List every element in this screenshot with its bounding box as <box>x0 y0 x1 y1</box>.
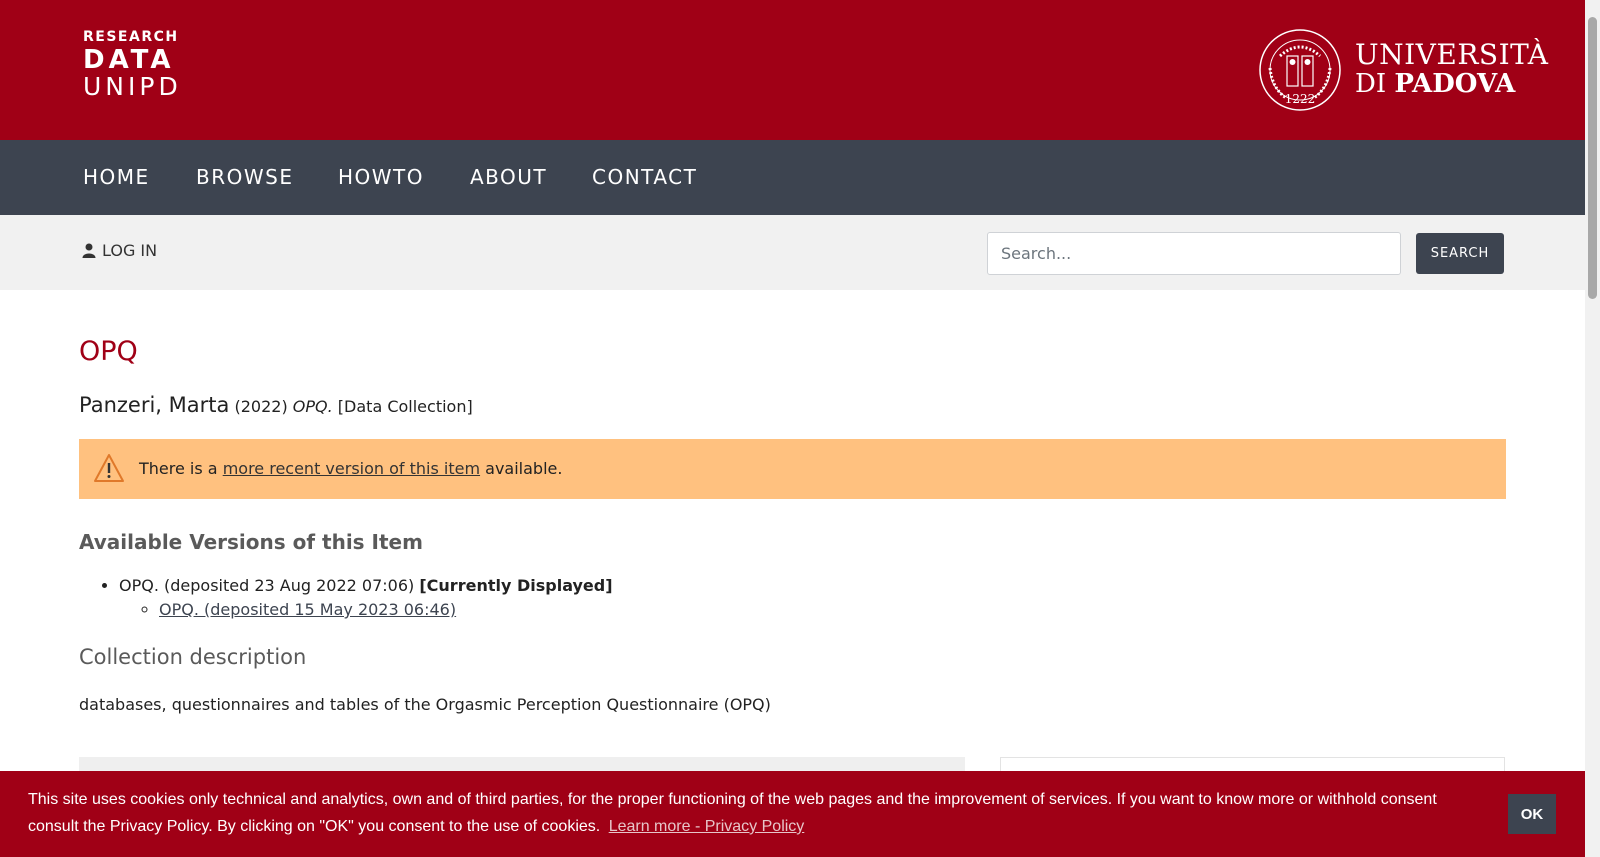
warning-icon <box>94 454 124 482</box>
logo-data-text: DATA <box>83 45 175 75</box>
site-header: RESEARCH DATA UNIPD 1222 UNIVERSITÀ DI P… <box>0 0 1585 140</box>
citation-type: [Data Collection] <box>337 397 473 416</box>
search-input[interactable] <box>987 232 1401 275</box>
version-newer-link[interactable]: OPQ. (deposited 15 May 2023 06:46) <box>159 600 456 619</box>
seal-year: 1222 <box>1285 92 1316 106</box>
newer-version-alert: There is a more recent version of this i… <box>79 439 1506 499</box>
citation-title: OPQ. <box>292 397 333 416</box>
version-item-newer: OPQ. (deposited 15 May 2023 06:46) <box>159 600 613 620</box>
version-item-current: OPQ. (deposited 23 Aug 2022 07:06) [Curr… <box>119 576 613 620</box>
user-icon <box>82 243 96 258</box>
privacy-policy-link[interactable]: Learn more - Privacy Policy <box>609 818 805 835</box>
item-citation: Panzeri, Marta (2022) OPQ. [Data Collect… <box>79 393 473 417</box>
newer-version-link[interactable]: more recent version of this item <box>223 459 480 478</box>
research-data-logo[interactable]: RESEARCH DATA UNIPD <box>83 30 182 99</box>
cookie-ok-button[interactable]: OK <box>1508 794 1556 834</box>
alert-message: There is a more recent version of this i… <box>139 439 562 499</box>
alert-suffix: available. <box>485 459 563 478</box>
versions-heading: Available Versions of this Item <box>79 530 423 554</box>
scrollbar-thumb[interactable] <box>1588 17 1597 299</box>
collection-description: databases, questionnaires and tables of … <box>79 695 771 714</box>
page-title: OPQ <box>79 336 138 367</box>
nav-about[interactable]: ABOUT <box>470 140 547 215</box>
nav-howto[interactable]: HOWTO <box>338 140 424 215</box>
nav-contact[interactable]: CONTACT <box>592 140 697 215</box>
collection-heading: Collection description <box>79 645 307 669</box>
cookie-message: This site uses cookies only technical an… <box>28 786 1448 840</box>
university-padova: PADOVA <box>1394 69 1516 99</box>
versions-list: OPQ. (deposited 23 Aug 2022 07:06) [Curr… <box>79 576 613 620</box>
search-button[interactable]: SEARCH <box>1416 233 1504 274</box>
version-current-tag: [Currently Displayed] <box>419 576 613 595</box>
version-current-text: OPQ. (deposited 23 Aug 2022 07:06) <box>119 576 415 595</box>
citation-year: (2022) <box>234 397 288 416</box>
university-seal-icon: 1222 <box>1259 29 1341 111</box>
university-name-line1: UNIVERSITÀ <box>1355 38 1549 71</box>
university-logo[interactable]: 1222 UNIVERSITÀ DI PADOVA <box>1258 28 1548 112</box>
citation-author: Panzeri, Marta <box>79 393 230 417</box>
page-scrollbar[interactable] <box>1585 0 1600 857</box>
login-label: LOG IN <box>102 241 158 260</box>
utility-bar: LOG IN SEARCH <box>0 215 1585 290</box>
nav-home[interactable]: HOME <box>83 140 150 215</box>
login-link[interactable]: LOG IN <box>82 241 157 260</box>
nav-browse[interactable]: BROWSE <box>196 140 293 215</box>
logo-research-text: RESEARCH <box>83 29 179 45</box>
alert-prefix: There is a <box>139 459 218 478</box>
logo-unipd-text: UNIPD <box>83 72 182 101</box>
cookie-banner: This site uses cookies only technical an… <box>0 771 1585 857</box>
university-di: DI <box>1355 69 1387 99</box>
university-name: UNIVERSITÀ DI PADOVA <box>1355 38 1549 98</box>
main-nav: HOME BROWSE HOWTO ABOUT CONTACT <box>0 140 1585 215</box>
university-name-line2: DI PADOVA <box>1355 71 1549 97</box>
